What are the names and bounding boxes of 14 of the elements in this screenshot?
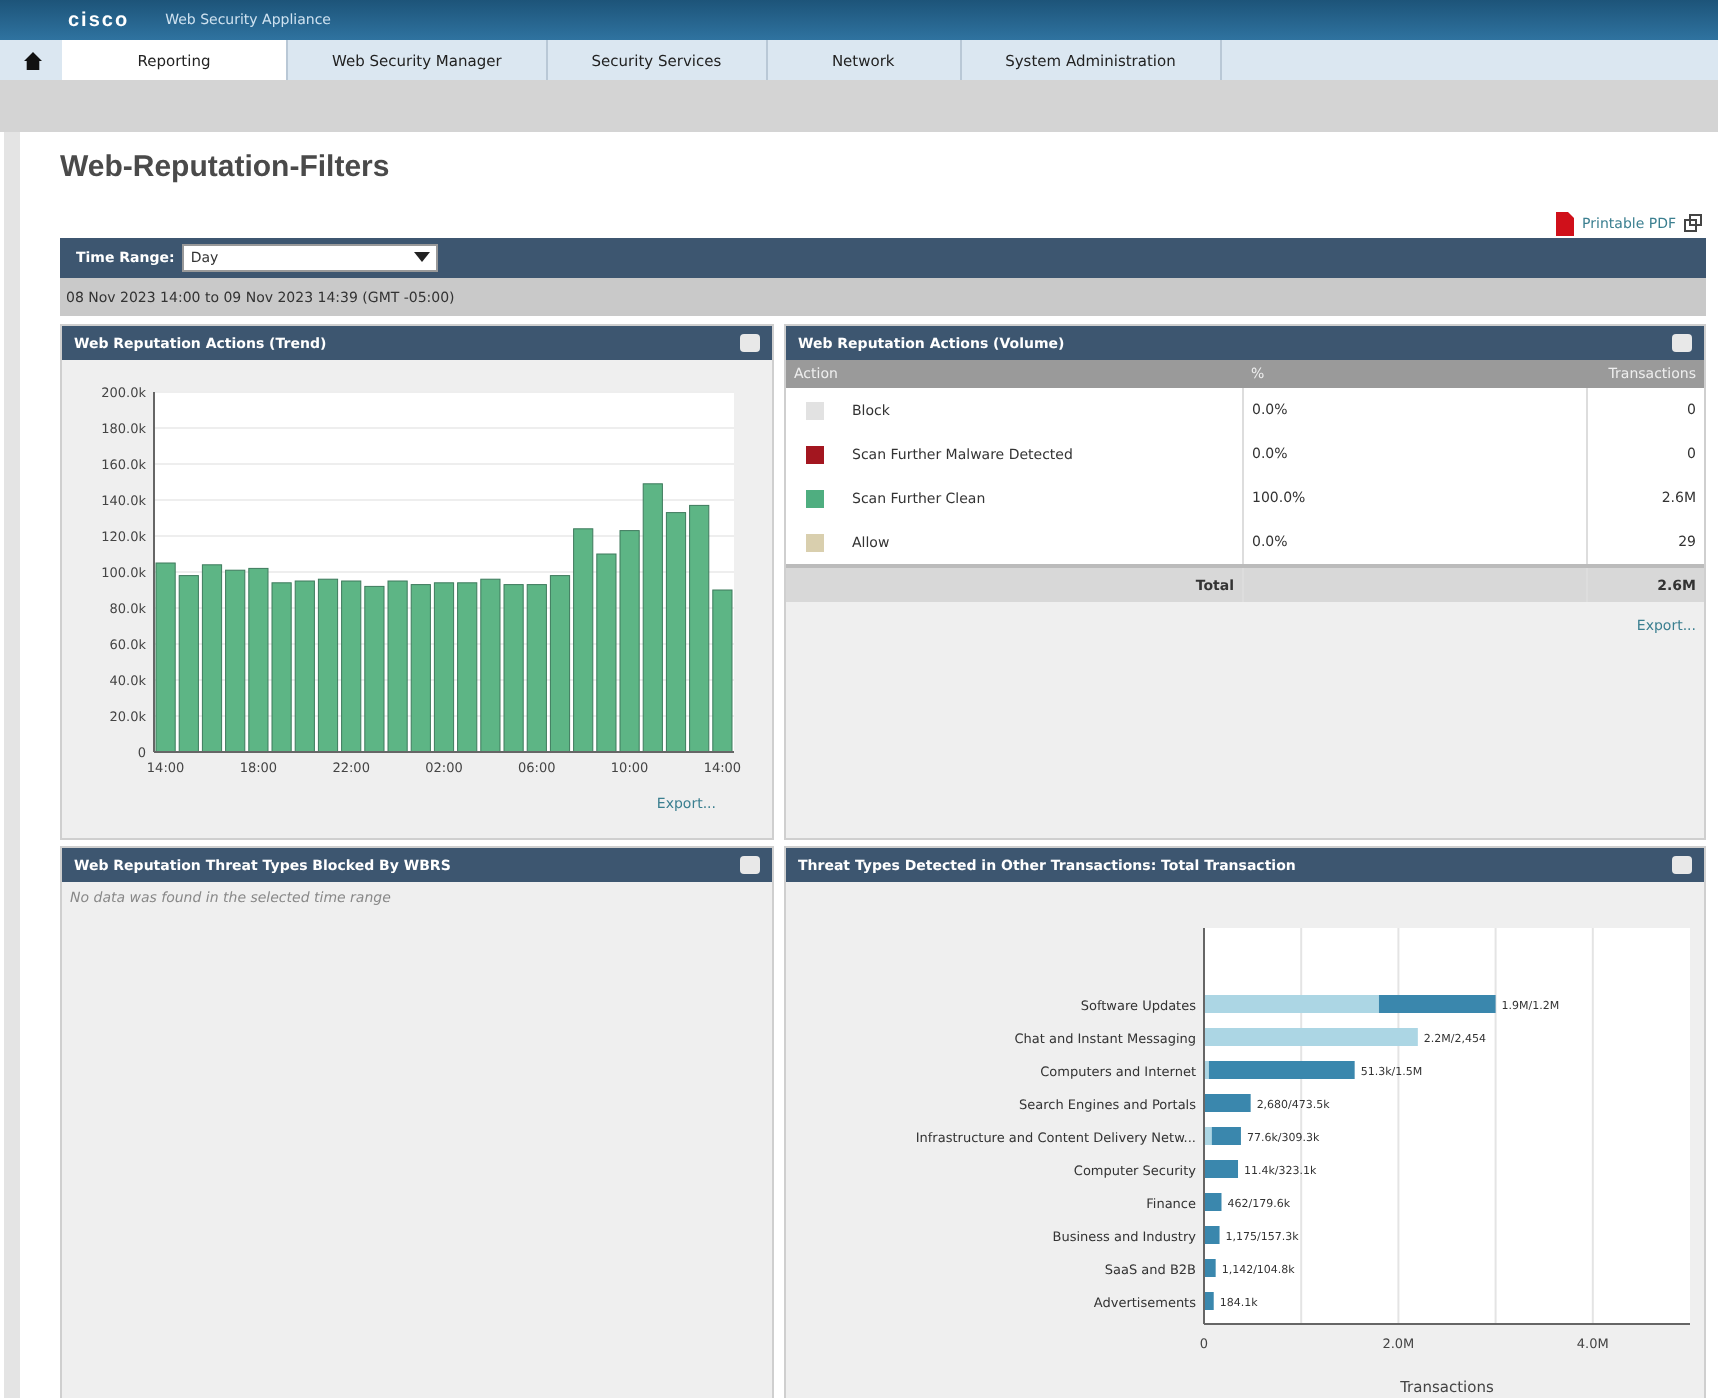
page-title: Web-Reputation-Filters: [60, 148, 392, 188]
bar: [1204, 1094, 1251, 1112]
new-window-icon: [1684, 214, 1702, 232]
logo: cisco: [68, 9, 130, 31]
home-icon[interactable]: [24, 51, 42, 69]
caret-icon: [414, 252, 431, 264]
expand-icon[interactable]: [1672, 856, 1692, 874]
pdf-icon: [1554, 211, 1575, 235]
bar: [1204, 1292, 1214, 1310]
bar: [1204, 1160, 1238, 1178]
expand-icon[interactable]: [1672, 334, 1692, 352]
bar: [1204, 1259, 1216, 1277]
expand-icon[interactable]: [740, 334, 760, 352]
expand-icon[interactable]: [740, 856, 760, 874]
